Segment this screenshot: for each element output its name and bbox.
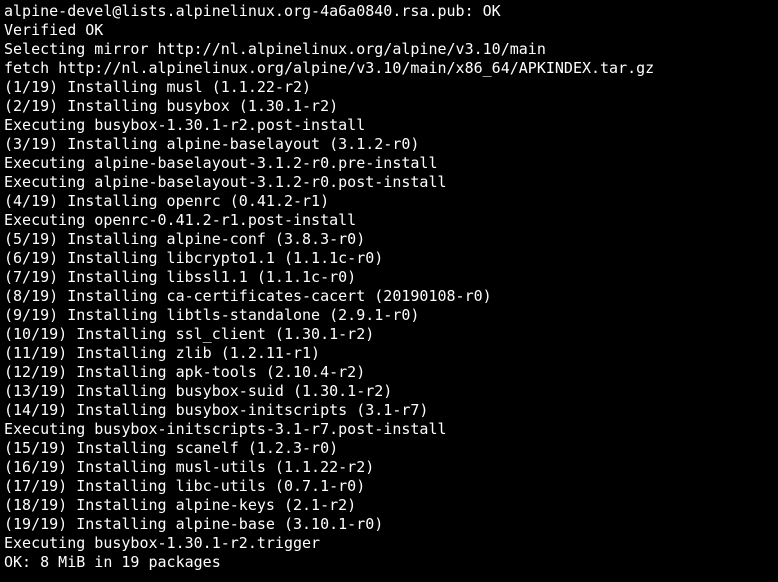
terminal-line: (17/19) Installing libc-utils (0.7.1-r0): [4, 477, 774, 496]
terminal-line: (14/19) Installing busybox-initscripts (…: [4, 401, 774, 420]
terminal-line: alpine-devel@lists.alpinelinux.org-4a6a0…: [4, 2, 774, 21]
terminal-line: Selecting mirror http://nl.alpinelinux.o…: [4, 40, 774, 59]
terminal-line: (9/19) Installing libtls-standalone (2.9…: [4, 306, 774, 325]
terminal-line: (4/19) Installing openrc (0.41.2-r1): [4, 192, 774, 211]
terminal-line: Executing openrc-0.41.2-r1.post-install: [4, 211, 774, 230]
terminal-line: (16/19) Installing musl-utils (1.1.22-r2…: [4, 458, 774, 477]
terminal-line: (13/19) Installing busybox-suid (1.30.1-…: [4, 382, 774, 401]
terminal-line: (7/19) Installing libssl1.1 (1.1.1c-r0): [4, 268, 774, 287]
terminal-line: (1/19) Installing musl (1.1.22-r2): [4, 78, 774, 97]
terminal-line: (10/19) Installing ssl_client (1.30.1-r2…: [4, 325, 774, 344]
terminal-line: Executing busybox-initscripts-3.1-r7.pos…: [4, 420, 774, 439]
terminal-line: (6/19) Installing libcrypto1.1 (1.1.1c-r…: [4, 249, 774, 268]
terminal-output: alpine-devel@lists.alpinelinux.org-4a6a0…: [0, 0, 778, 574]
terminal-line: (8/19) Installing ca-certificates-cacert…: [4, 287, 774, 306]
terminal-line: fetch http://nl.alpinelinux.org/alpine/v…: [4, 59, 774, 78]
terminal-line: (11/19) Installing zlib (1.2.11-r1): [4, 344, 774, 363]
terminal-line: (15/19) Installing scanelf (1.2.3-r0): [4, 439, 774, 458]
terminal-line: Executing alpine-baselayout-3.1.2-r0.pos…: [4, 173, 774, 192]
terminal-line: OK: 8 MiB in 19 packages: [4, 553, 774, 572]
terminal-line: (3/19) Installing alpine-baselayout (3.1…: [4, 135, 774, 154]
terminal-line: Executing busybox-1.30.1-r2.trigger: [4, 534, 774, 553]
terminal-line: (19/19) Installing alpine-base (3.10.1-r…: [4, 515, 774, 534]
terminal-line: (5/19) Installing alpine-conf (3.8.3-r0): [4, 230, 774, 249]
terminal-line: Executing alpine-baselayout-3.1.2-r0.pre…: [4, 154, 774, 173]
terminal-line: (18/19) Installing alpine-keys (2.1-r2): [4, 496, 774, 515]
terminal-line: (2/19) Installing busybox (1.30.1-r2): [4, 97, 774, 116]
terminal-line: (12/19) Installing apk-tools (2.10.4-r2): [4, 363, 774, 382]
terminal-line: Executing busybox-1.30.1-r2.post-install: [4, 116, 774, 135]
terminal-line: Verified OK: [4, 21, 774, 40]
